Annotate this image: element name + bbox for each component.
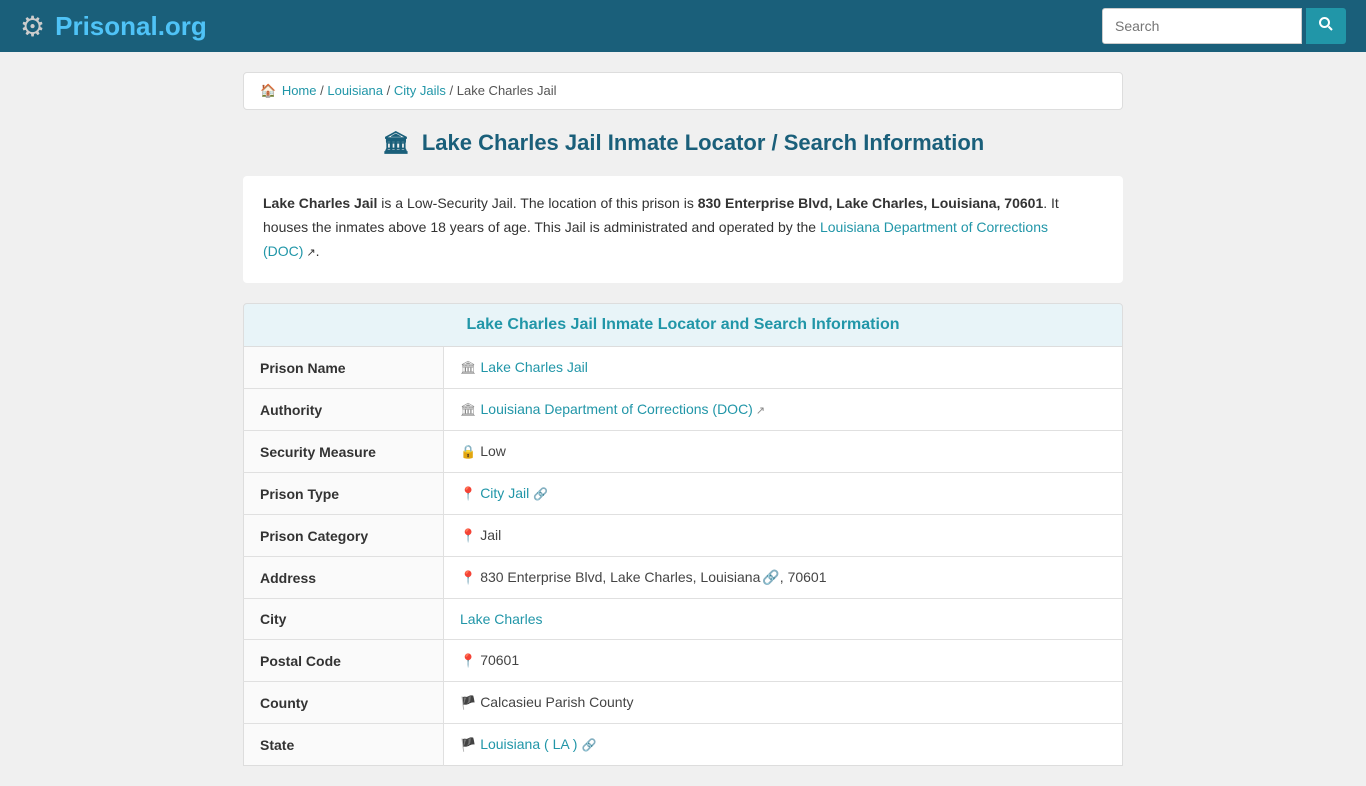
- address-text: 830 Enterprise Blvd, Lake Charles, Louis…: [480, 569, 760, 585]
- table-label: Prison Category: [244, 515, 444, 557]
- search-button[interactable]: [1306, 8, 1346, 44]
- table-row: State 🏴 Louisiana ( LA ) 🔗: [244, 724, 1123, 766]
- search-input[interactable]: [1102, 8, 1302, 44]
- cell-text: Jail: [480, 527, 501, 543]
- cell-icon: 📍: [460, 528, 476, 543]
- table-label: Postal Code: [244, 640, 444, 682]
- table-row: Prison Name 🏛 Lake Charles Jail: [244, 347, 1123, 389]
- table-label: Prison Type: [244, 473, 444, 515]
- breadcrumb-city-jails[interactable]: City Jails: [394, 83, 446, 98]
- extra-icon: 🔗: [581, 738, 596, 752]
- table-row: Prison Type 📍 City Jail 🔗: [244, 473, 1123, 515]
- table-row: County 🏴 Calcasieu Parish County: [244, 682, 1123, 724]
- external-link-icon: ↗: [756, 405, 765, 417]
- address-bold: 830 Enterprise Blvd, Lake Charles, Louis…: [698, 195, 1044, 211]
- breadcrumb-louisiana[interactable]: Louisiana: [327, 83, 383, 98]
- ext-link-icon: ↗: [306, 247, 315, 259]
- table-label: Prison Name: [244, 347, 444, 389]
- cell-icon: 🏴: [460, 737, 476, 752]
- cell-text: Low: [480, 443, 506, 459]
- content-wrapper: 🏠 Home / Louisiana / City Jails / Lake C…: [233, 72, 1133, 766]
- cell-link[interactable]: Lake Charles Jail: [481, 359, 588, 375]
- table-value: 🏛 Louisiana Department of Corrections (DO…: [444, 389, 1123, 431]
- table-value: 📍 City Jail 🔗: [444, 473, 1123, 515]
- page-title: 🏛 Lake Charles Jail Inmate Locator / Sea…: [243, 130, 1123, 156]
- table-label: Address: [244, 557, 444, 599]
- cell-text: 70601: [480, 652, 519, 668]
- cell-icon: 🔒: [460, 444, 476, 459]
- cell-icon: 🏛: [460, 360, 477, 375]
- search-icon: [1318, 16, 1334, 32]
- prison-name-bold: Lake Charles Jail: [263, 195, 377, 211]
- cell-icon: 🏴: [460, 695, 476, 710]
- table-value: 🏴 Calcasieu Parish County: [444, 682, 1123, 724]
- cell-link[interactable]: City Jail: [480, 485, 529, 501]
- table-value: 📍 70601: [444, 640, 1123, 682]
- louisiana-link[interactable]: 🔗: [762, 569, 779, 585]
- table-label: Security Measure: [244, 431, 444, 473]
- table-value: 🏛 Lake Charles Jail: [444, 347, 1123, 389]
- table-value: 📍 830 Enterprise Blvd, Lake Charles, Loui…: [444, 557, 1123, 599]
- logo-area: ⚙ Prisonal.org: [20, 10, 207, 43]
- extra-icon: 🔗: [533, 487, 548, 501]
- cell-icon: 📍: [460, 653, 476, 668]
- breadcrumb: 🏠 Home / Louisiana / City Jails / Lake C…: [243, 72, 1123, 110]
- breadcrumb-home[interactable]: Home: [282, 83, 317, 98]
- logo-ext-text: .org: [158, 11, 207, 41]
- search-area: [1102, 8, 1346, 44]
- table-label: State: [244, 724, 444, 766]
- table-label: City: [244, 599, 444, 640]
- cell-link[interactable]: Louisiana ( LA ): [480, 736, 577, 752]
- table-row: Address 📍 830 Enterprise Blvd, Lake Charle…: [244, 557, 1123, 599]
- building-icon: 🏛: [382, 130, 410, 155]
- table-value: Lake Charles: [444, 599, 1123, 640]
- table-value: 📍 Jail: [444, 515, 1123, 557]
- info-table: Prison Name 🏛 Lake Charles Jail Authority 🏛 L…: [243, 347, 1123, 766]
- table-row: Authority 🏛 Louisiana Department of Correc…: [244, 389, 1123, 431]
- logo-main-text: Prisonal: [55, 11, 158, 41]
- header: ⚙ Prisonal.org: [0, 0, 1366, 52]
- table-row: Security Measure 🔒 Low: [244, 431, 1123, 473]
- cell-link[interactable]: Louisiana Department of Corrections (DOC…: [481, 401, 753, 417]
- cell-icon: 🏛: [460, 402, 477, 417]
- cell-link[interactable]: Lake Charles: [460, 611, 543, 627]
- table-row: Postal Code 📍 70601: [244, 640, 1123, 682]
- logo-icon: ⚙: [20, 10, 45, 43]
- table-value: 🏴 Louisiana ( LA ) 🔗: [444, 724, 1123, 766]
- table-label: Authority: [244, 389, 444, 431]
- table-value: 🔒 Low: [444, 431, 1123, 473]
- table-row: City Lake Charles: [244, 599, 1123, 640]
- breadcrumb-current: Lake Charles Jail: [457, 83, 557, 98]
- description-block: Lake Charles Jail is a Low-Security Jail…: [243, 176, 1123, 283]
- section-header: Lake Charles Jail Inmate Locator and Sea…: [243, 303, 1123, 347]
- home-icon: 🏠: [260, 83, 276, 98]
- logo-text: Prisonal.org: [55, 11, 207, 42]
- table-row: Prison Category 📍 Jail: [244, 515, 1123, 557]
- cell-icon: 📍: [460, 486, 476, 501]
- table-label: County: [244, 682, 444, 724]
- cell-text: Calcasieu Parish County: [480, 694, 633, 710]
- cell-icon: 📍: [460, 570, 476, 585]
